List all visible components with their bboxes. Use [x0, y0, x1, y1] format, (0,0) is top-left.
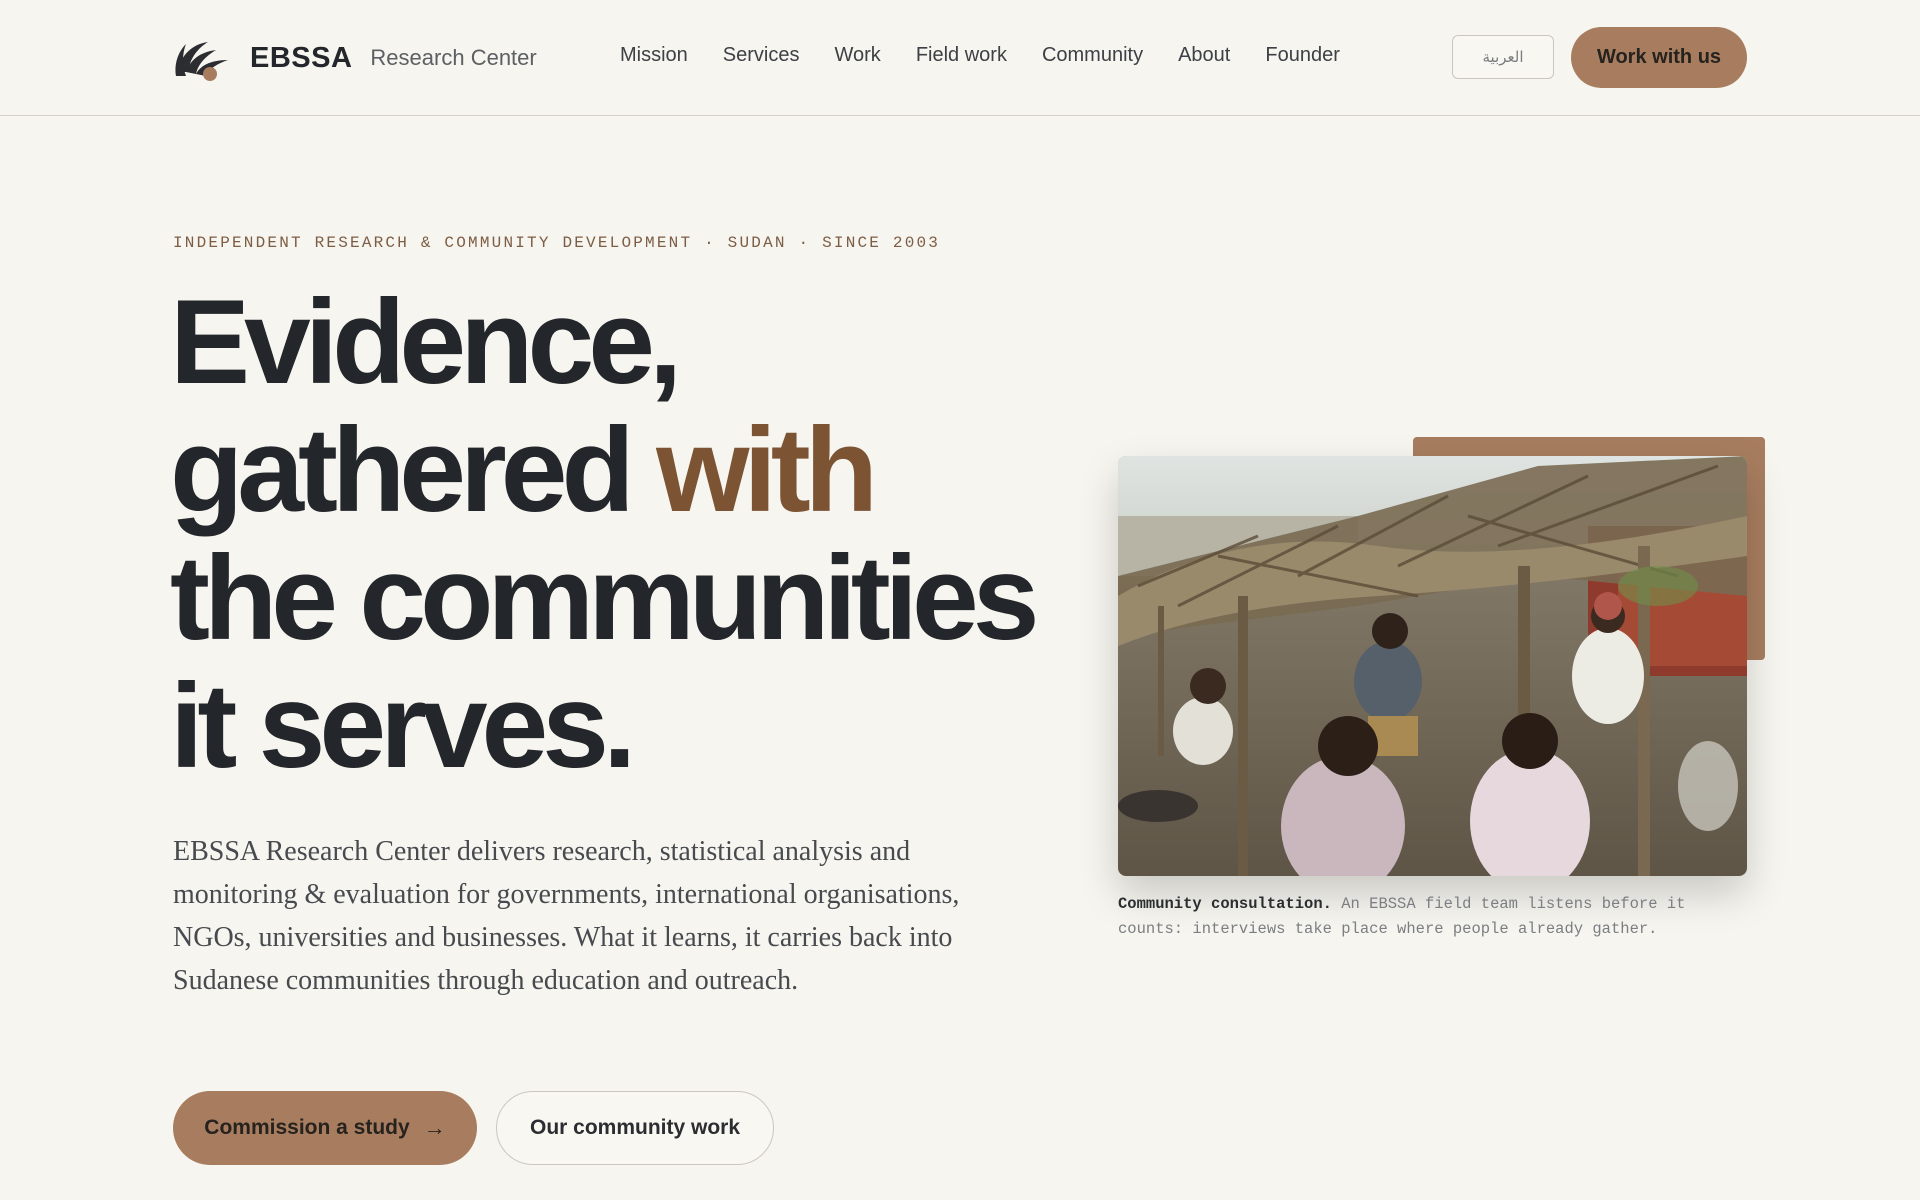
brand[interactable]: EBSSA Research Center	[172, 34, 537, 82]
nav-item-community[interactable]: Community	[1042, 44, 1143, 67]
community-consultation-photo	[1118, 456, 1747, 876]
arrow-right-icon: →	[423, 1115, 446, 1140]
headline-accent-word: with	[656, 403, 878, 537]
nav-item-founder[interactable]: Founder	[1265, 44, 1340, 67]
commission-study-button[interactable]: Commission a study →	[173, 1091, 477, 1165]
community-work-button[interactable]: Our community work	[496, 1091, 774, 1165]
hero-eyebrow: INDEPENDENT RESEARCH & COMMUNITY DEVELOP…	[173, 234, 941, 252]
hero-headline: Evidence, gathered with the communities …	[170, 278, 1070, 790]
brand-subtitle: Research Center	[370, 45, 537, 70]
caption-title: Community consultation.	[1118, 895, 1332, 913]
photo-caption: Community consultation. An EBSSA field t…	[1118, 892, 1718, 942]
nav-item-work[interactable]: Work	[835, 44, 881, 67]
headline-line-1: Evidence,	[170, 275, 682, 409]
sunburst-arc-logo-icon	[175, 42, 228, 81]
nav-item-services[interactable]: Services	[723, 44, 800, 67]
nav-item-about[interactable]: About	[1178, 44, 1230, 67]
headline-line-2a: gathered	[170, 403, 657, 537]
brand-name: EBSSA	[250, 41, 353, 74]
headline-line-4: it serves.	[170, 659, 636, 793]
hero-lede: EBSSA Research Center delivers research,…	[173, 836, 960, 996]
work-with-us-button[interactable]: Work with us	[1571, 27, 1747, 88]
nav-item-mission[interactable]: Mission	[620, 44, 688, 67]
nav-item-field-work[interactable]: Field work	[916, 44, 1007, 67]
language-toggle-button[interactable]: العربية	[1452, 35, 1554, 79]
main-nav: Mission Services Work Field work Communi…	[620, 44, 1375, 67]
headline-line-3: the communities	[170, 531, 1039, 665]
commission-study-label: Commission a study	[204, 1116, 410, 1139]
top-navigation-bar: EBSSA Research Center Mission Services W…	[0, 0, 1920, 116]
